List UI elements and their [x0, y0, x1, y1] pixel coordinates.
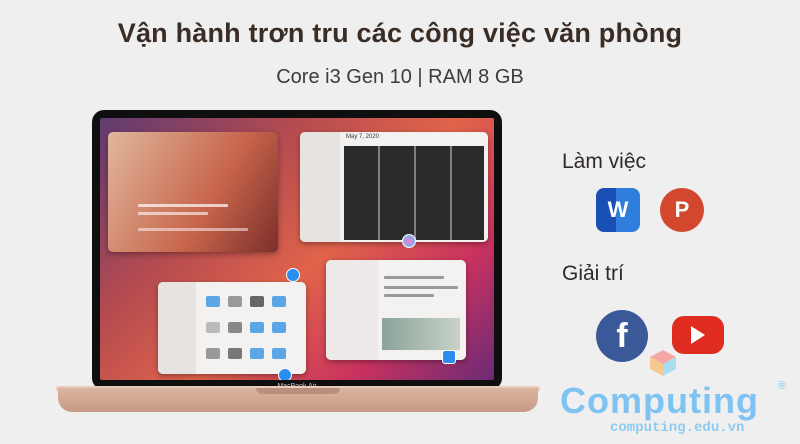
work-section-label: Làm việc [562, 150, 647, 173]
folder-icon [250, 322, 264, 333]
folder-icon [206, 296, 220, 307]
page-subtitle: Core i3 Gen 10 | RAM 8 GB [276, 66, 524, 88]
youtube-icon [672, 316, 724, 354]
folder-icon [272, 348, 286, 359]
page-title: Vận hành trơn tru các công việc văn phòn… [117, 18, 683, 48]
file-icon [250, 296, 264, 307]
photos-grid [344, 146, 484, 240]
file-icon [228, 322, 242, 333]
computing-cube-logo [650, 350, 676, 376]
folder-icon [272, 322, 286, 333]
registered-mark: ® [778, 380, 787, 392]
brand-name: Computing [560, 380, 759, 421]
mail-list [326, 260, 378, 360]
mail-window [326, 260, 466, 360]
computing-logo: Computing ® computing.edu.vn [560, 376, 800, 440]
file-icon [206, 348, 220, 359]
finder-window [158, 282, 306, 374]
word-icon: W [596, 188, 640, 232]
photos-date: May 7, 2020 [346, 134, 380, 140]
entertainment-section-label: Giải trí [562, 262, 624, 285]
safari-window [108, 132, 278, 252]
file-icon [228, 348, 242, 359]
mail-icon [442, 350, 456, 364]
file-icon [206, 322, 220, 333]
facebook-icon: f [596, 310, 648, 362]
brand-website: computing.edu.vn [610, 420, 745, 436]
mail-photo [382, 318, 460, 350]
play-icon [691, 326, 705, 344]
photos-sidebar [300, 132, 340, 242]
finder-sidebar [158, 282, 196, 374]
file-icon [228, 296, 242, 307]
folder-icon [250, 348, 264, 359]
photos-icon [402, 234, 416, 248]
laptop-lid: May 7, 2020 [92, 110, 502, 390]
laptop-screen: May 7, 2020 [100, 118, 494, 380]
photos-window: May 7, 2020 [300, 132, 488, 242]
folder-icon [272, 296, 286, 307]
laptop-notch [256, 388, 340, 394]
laptop-illustration: May 7, 2020 [56, 106, 540, 436]
finder-icon [278, 368, 292, 380]
powerpoint-icon: P [660, 188, 704, 232]
safari-icon [286, 268, 300, 282]
